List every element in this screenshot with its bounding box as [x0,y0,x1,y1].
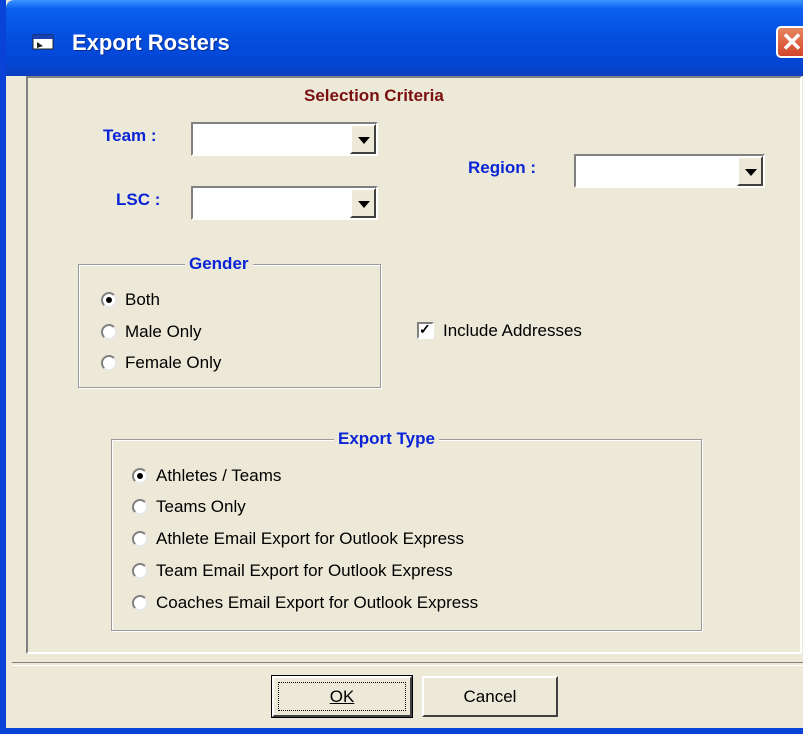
gender-group: Gender Both Male Only Female Only [78,254,381,388]
include-addresses-label: Include Addresses [443,321,582,340]
export-option-label: Athletes / Teams [156,466,282,485]
selection-criteria-heading: Selection Criteria [304,86,444,105]
close-button[interactable]: ✕ [776,26,803,58]
radio-selected-icon [132,468,148,484]
radio-icon [132,595,148,611]
lsc-label: LSC : [116,190,161,209]
window-title: Export Rosters [72,30,230,55]
export-rosters-window: Export Rosters ✕ Selection Criteria Team… [0,0,803,734]
radio-icon [101,324,117,340]
gender-group-title: Gender [185,254,253,274]
gender-option-label: Male Only [125,322,202,341]
export-option-label: Team Email Export for Outlook Express [156,561,453,580]
export-option-label: Teams Only [156,497,246,516]
team-label: Team : [103,126,157,145]
region-label: Region : [468,158,536,177]
checkbox-checked-icon: ✓ [417,321,434,339]
window-icon [32,34,54,50]
title-bar[interactable]: Export Rosters ✕ [6,0,803,76]
radio-icon [132,531,148,547]
export-option-label: Athlete Email Export for Outlook Express [156,529,465,548]
ok-button-label: OK [329,687,355,706]
close-icon: ✕ [781,27,803,57]
radio-icon [132,499,148,515]
cancel-button[interactable]: Cancel [422,676,558,717]
radio-icon [132,563,148,579]
options-frame: Selection Criteria Team : Region : LSC :… [26,76,802,654]
gender-option-label: Female Only [125,353,222,372]
chevron-down-icon[interactable] [350,124,376,154]
button-bar-divider [12,662,803,666]
export-type-group-title: Export Type [334,429,439,449]
region-dropdown[interactable] [574,154,765,188]
export-option-label: Coaches Email Export for Outlook Express [156,593,479,612]
radio-icon [101,355,117,371]
cancel-button-label: Cancel [463,687,517,706]
dialog-body: Selection Criteria Team : Region : LSC :… [12,76,803,728]
chevron-down-icon[interactable] [737,156,763,186]
ok-button[interactable]: OK [271,675,413,718]
team-dropdown[interactable] [191,122,378,156]
gender-option-label: Both [125,290,160,309]
lsc-dropdown[interactable] [191,186,378,220]
radio-selected-icon [101,292,117,308]
export-type-group: Export Type Athletes / Teams Teams Only … [111,429,702,631]
chevron-down-icon[interactable] [350,188,376,218]
